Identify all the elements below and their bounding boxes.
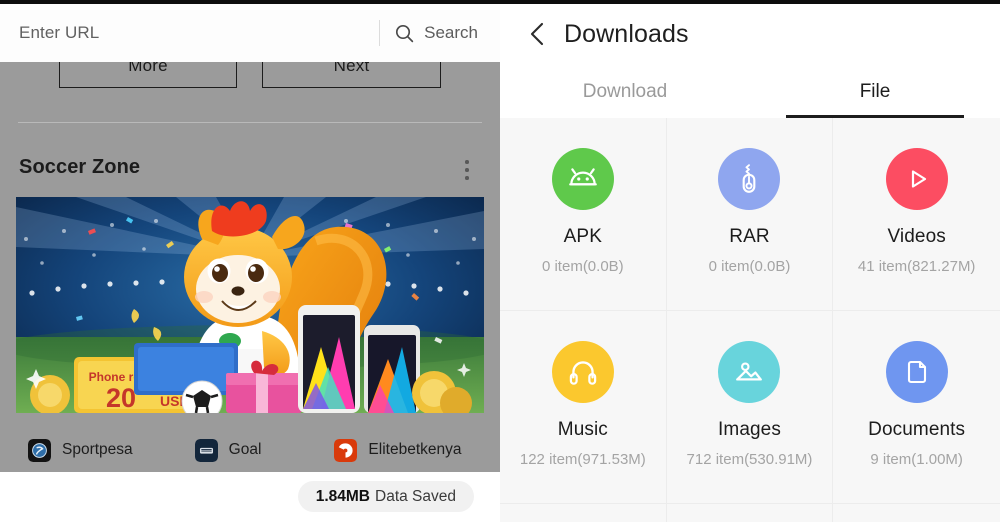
tab-download[interactable]: Download — [500, 66, 750, 118]
promo-banner[interactable]: Phone recharge 20 USD — [16, 197, 484, 413]
category-name: Images — [718, 419, 781, 440]
category-name: APK — [563, 226, 602, 247]
file-category-grid: APK 0 item(0.0B) RAR 0 item(0.0B) Videos… — [500, 118, 1000, 522]
back-button[interactable] — [524, 21, 550, 47]
page-title: Soccer Zone — [19, 156, 141, 178]
back-chevron-icon — [530, 22, 544, 46]
category-cell-placeholder — [500, 504, 667, 522]
category-cell-apk[interactable]: APK 0 item(0.0B) — [500, 118, 667, 311]
category-name: RAR — [729, 226, 770, 247]
category-cell-videos[interactable]: Videos 41 item(821.27M) — [833, 118, 1000, 311]
category-meta: 41 item(821.27M) — [857, 258, 976, 275]
category-name: Documents — [868, 419, 966, 440]
category-meta: 9 item(1.00M) — [870, 451, 963, 468]
data-saved-label: Data Saved — [375, 487, 456, 505]
bookmark-label: Elitebetkenya — [368, 441, 462, 458]
page-title-downloads: Downloads — [564, 19, 689, 48]
bookmark-elitebetkenya[interactable]: Elitebetkenya — [334, 438, 462, 462]
category-meta: 712 item(530.91M) — [686, 451, 813, 468]
category-name: Music — [557, 419, 608, 440]
data-saved-badge[interactable]: 1.84MB Data Saved — [297, 481, 474, 512]
data-saved-amount: 1.84MB — [315, 487, 370, 505]
category-cell-music[interactable]: Music 122 item(971.53M) — [500, 311, 667, 504]
search-icon — [396, 24, 414, 42]
headphones-music-icon — [551, 341, 614, 403]
category-cell-rar[interactable]: RAR 0 item(0.0B) — [666, 118, 834, 311]
bookmark-label: Goal — [228, 441, 262, 458]
downloads-header: Downloads — [500, 4, 1000, 64]
url-search-bar[interactable]: Enter URL Search — [0, 4, 500, 62]
zipper-rar-icon — [718, 148, 781, 210]
bookmark-sportpesa[interactable]: Sportpesa — [28, 438, 133, 462]
bookmark-label: Sportpesa — [62, 441, 133, 458]
tab-file[interactable]: File — [750, 66, 1000, 118]
url-bar-divider — [379, 20, 381, 46]
category-cell-images[interactable]: Images 712 item(530.91M) — [666, 311, 834, 504]
bookmark-goal[interactable]: Goal — [194, 438, 262, 462]
tab-file-label: File — [859, 81, 891, 102]
tab-download-label: Download — [582, 81, 668, 102]
category-meta: 122 item(971.53M) — [519, 451, 646, 468]
category-meta: 0 item(0.0B) — [541, 258, 624, 275]
section-divider — [18, 122, 482, 123]
category-cell-documents[interactable]: Documents 9 item(1.00M) — [833, 311, 1000, 504]
category-cell-placeholder — [667, 504, 834, 522]
bookmark-row: Sportpesa Goal Elitebetkenya — [0, 428, 500, 472]
kebab-menu-icon[interactable] — [456, 157, 478, 183]
elitebetkenya-icon — [334, 438, 358, 462]
svg-text:20: 20 — [106, 383, 136, 413]
search-label: Search — [424, 23, 478, 42]
document-file-icon — [885, 341, 948, 403]
dual-screenshot: More Next Enter URL Search Soccer Zone P… — [0, 0, 1000, 522]
downloads-panel: Downloads Download File APK 0 item(0.0B)… — [500, 0, 1000, 522]
photo-image-icon — [718, 341, 781, 403]
android-apk-icon — [551, 148, 614, 210]
url-input[interactable]: Enter URL — [0, 23, 379, 43]
browser-panel: More Next Enter URL Search Soccer Zone P… — [0, 0, 500, 522]
goal-icon — [194, 438, 218, 462]
sportpesa-icon — [28, 438, 51, 462]
downloads-tabs: Download File — [500, 66, 1000, 118]
promo-banner-illustration: Phone recharge 20 USD — [16, 197, 484, 413]
search-button[interactable]: Search — [394, 23, 500, 44]
browser-bottom-bar: 1.84MB Data Saved — [0, 472, 500, 522]
category-name: Videos — [887, 226, 946, 247]
category-meta: 0 item(0.0B) — [708, 258, 791, 275]
category-cell-placeholder — [833, 504, 1000, 522]
play-video-icon — [885, 148, 948, 210]
